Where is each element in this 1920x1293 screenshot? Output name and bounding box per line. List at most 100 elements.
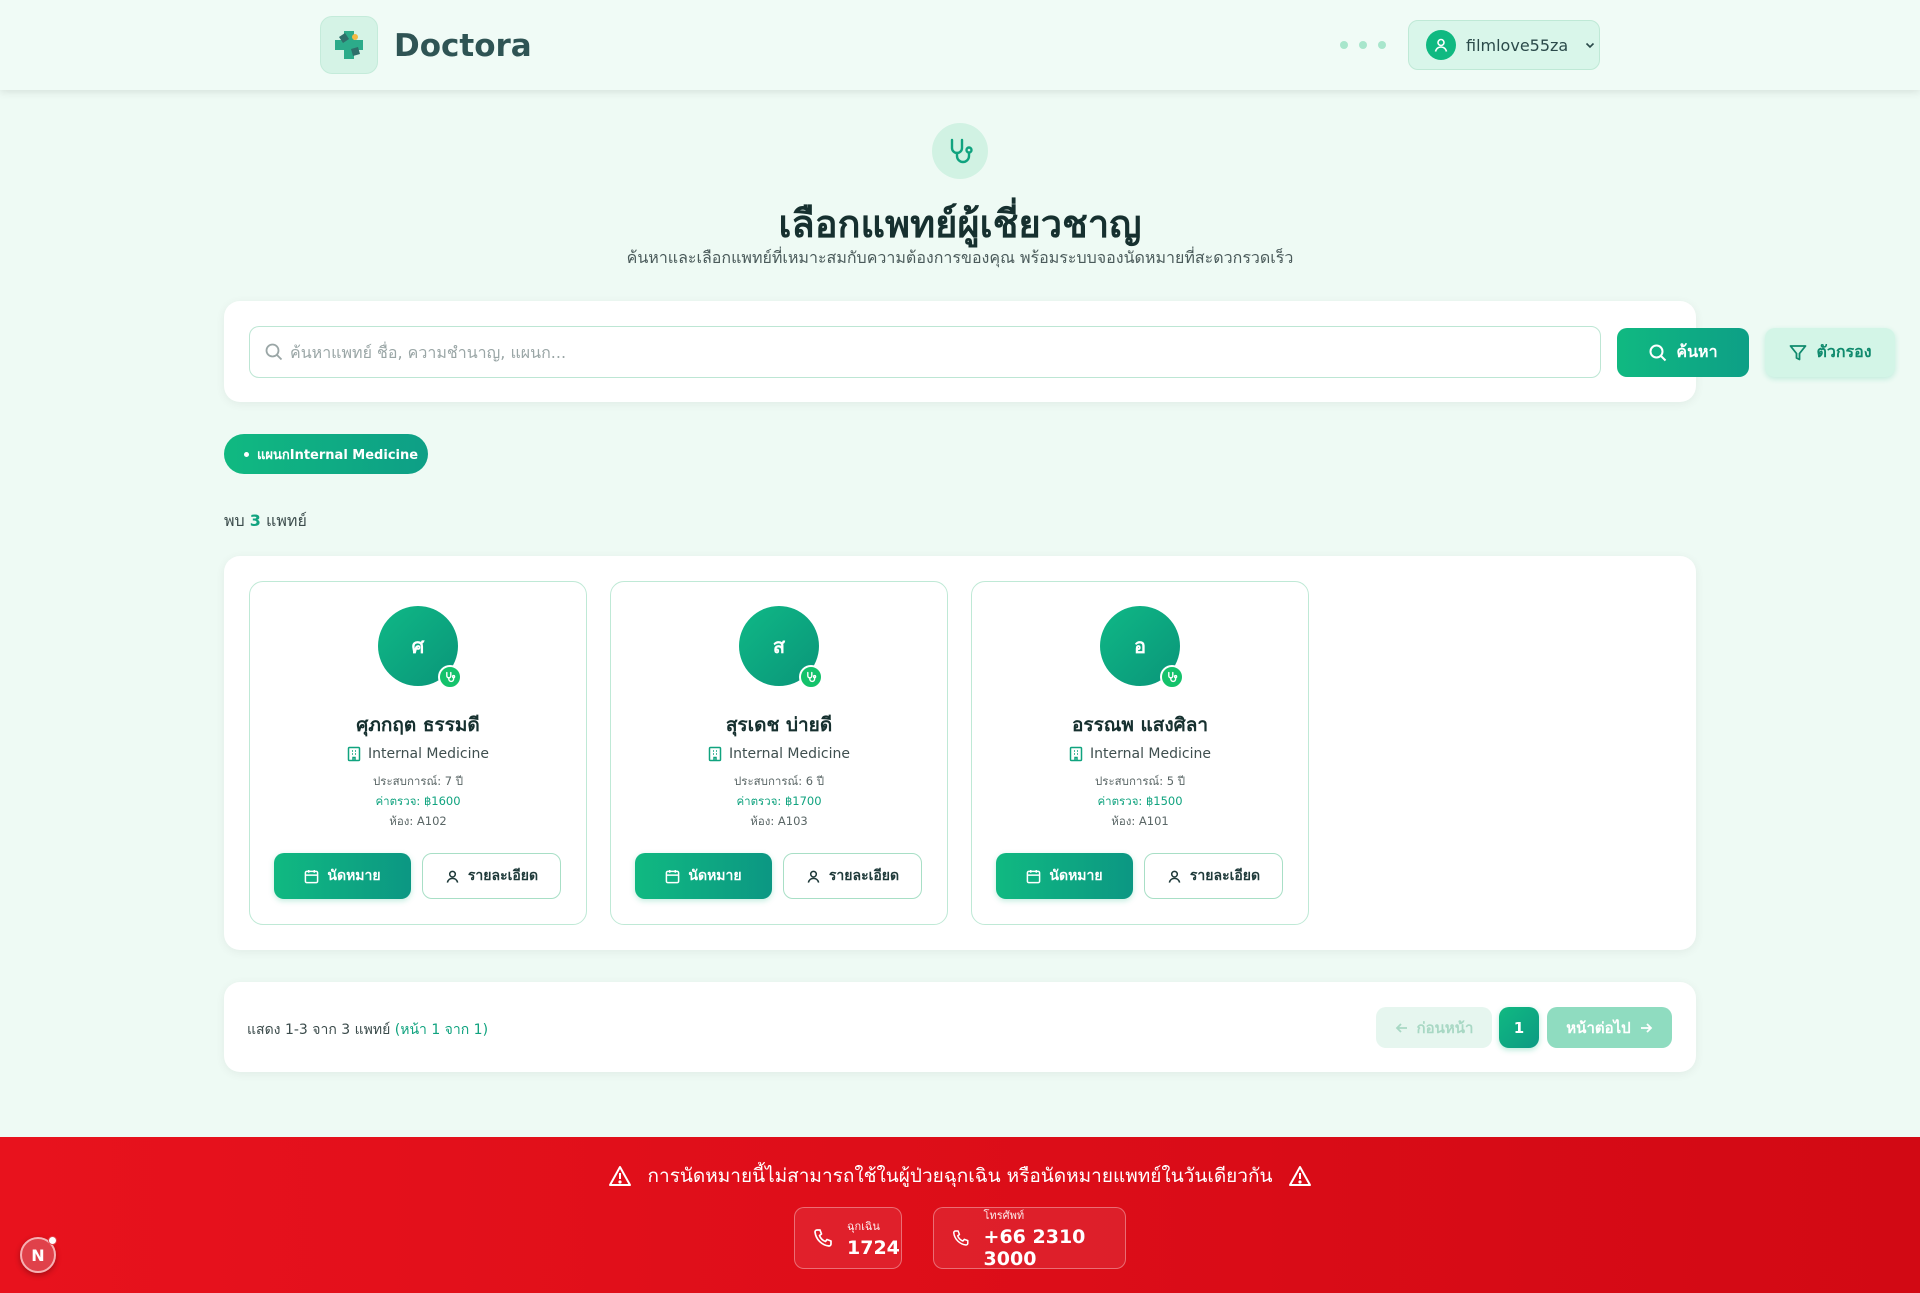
results-prefix: พบ: [224, 511, 245, 530]
doctor-room: ห้อง: A101: [1111, 814, 1169, 828]
phone-icon: [953, 1230, 969, 1246]
hero-stethoscope-badge: [932, 123, 988, 179]
phone-contact-text: โทรศัพท์ +66 2310 3000: [984, 1206, 1125, 1270]
page-number-button[interactable]: 1: [1499, 1007, 1539, 1048]
phone-label: โทรศัพท์: [983, 1209, 1025, 1222]
hospital-building-icon: [708, 746, 722, 762]
doctor-department-label: Internal Medicine: [729, 746, 850, 762]
emergency-hotline-text: ฉุกเฉิน 1724: [847, 1217, 900, 1259]
dev-tools-badge[interactable]: N: [20, 1236, 57, 1273]
emergency-hotline[interactable]: ฉุกเฉิน 1724: [794, 1207, 902, 1269]
next-page-button[interactable]: หน้าต่อไป: [1547, 1007, 1672, 1048]
pagination-page-info: (หน้า 1 จาก 1): [394, 1022, 489, 1038]
loading-dots: [1340, 41, 1386, 49]
dev-badge-letter: N: [31, 1245, 45, 1265]
book-appointment-button[interactable]: นัดหมาย: [274, 853, 411, 899]
doctor-card: อ อรรณพ แสงศิลา Internal Medicine ประสบก…: [971, 581, 1309, 925]
page-title: เลือกแพทย์ผู้เชี่ยวชาญ: [778, 202, 1142, 246]
search-panel: ค้นหา ตัวกรอง: [224, 301, 1895, 402]
search-icon: [265, 343, 283, 361]
doctor-fee: ค่าตรวจ: ฿1700: [736, 794, 822, 808]
doctor-department: Internal Medicine: [611, 746, 947, 762]
doctor-verified-badge: [1160, 665, 1184, 689]
doctor-card: ส สุรเดช บ่ายดี Internal Medicine ประสบก…: [610, 581, 948, 925]
doctor-details-button[interactable]: รายละเอียด: [422, 853, 561, 899]
arrow-left-icon: [1395, 1022, 1407, 1033]
stethoscope-icon: [446, 671, 456, 683]
user-avatar: [1426, 30, 1456, 60]
doctor-room: ห้อง: A103: [750, 814, 808, 828]
user-icon: [446, 870, 459, 883]
chevron-down-icon: [1586, 42, 1595, 49]
arrow-right-icon: [1640, 1022, 1652, 1033]
doctor-name: สุรเดช บ่ายดี: [725, 714, 833, 736]
hotline-number: 1724: [847, 1237, 900, 1259]
doctor-department-label: Internal Medicine: [368, 746, 489, 762]
filter-button-label: ตัวกรอง: [1816, 342, 1872, 361]
doctor-department-label: Internal Medicine: [1090, 746, 1211, 762]
stethoscope-icon: [807, 671, 817, 683]
dev-badge-indicator: [48, 1236, 57, 1245]
pagination-info: แสดง 1-3 จาก 3 แพทย์ (หน้า 1 จาก 1): [247, 1019, 488, 1041]
warning-triangle-icon: [608, 1166, 631, 1186]
hospital-building-icon: [347, 746, 361, 762]
calendar-icon: [1027, 869, 1041, 883]
doctor-details-button[interactable]: รายละเอียด: [783, 853, 922, 899]
search-icon: [1649, 344, 1667, 361]
doctor-list: ศ ศุภกฤต ธรรมดี Internal Medicine ประสบก…: [224, 556, 1696, 950]
doctor-fee: ค่าตรวจ: ฿1600: [375, 794, 461, 808]
doctor-name: ศุภกฤต ธรรมดี: [356, 714, 480, 736]
doctor-card: ศ ศุภกฤต ธรรมดี Internal Medicine ประสบก…: [249, 581, 587, 925]
search-button-label: ค้นหา: [1676, 342, 1718, 361]
book-appointment-button[interactable]: นัดหมาย: [635, 853, 772, 899]
hotline-label: ฉุกเฉิน: [847, 1220, 880, 1233]
phone-number: +66 2310 3000: [983, 1226, 1086, 1270]
doctor-experience: ประสบการณ์: 7 ปี: [372, 774, 464, 788]
logo[interactable]: [320, 16, 378, 74]
search-input[interactable]: [290, 327, 1590, 377]
doctor-name: อรรณพ แสงศิลา: [1071, 714, 1209, 736]
page-subtitle: ค้นหาและเลือกแพทย์ที่เหมาะสมกับความต้องก…: [626, 248, 1294, 267]
details-button-label: รายละเอียด: [467, 868, 539, 884]
book-button-label: นัดหมาย: [1049, 868, 1103, 884]
emergency-banner: การนัดหมายนี้ไม่สามารถใช้ในผู้ป่วยฉุกเฉิ…: [0, 1137, 1920, 1293]
doctor-fee: ค่าตรวจ: ฿1500: [1097, 794, 1183, 808]
dot: [1359, 41, 1367, 49]
results-suffix: แพทย์: [266, 511, 307, 530]
doctor-room: ห้อง: A102: [389, 814, 447, 828]
doctor-experience: ประสบการณ์: 6 ปี: [733, 774, 825, 788]
previous-page-label: ก่อนหน้า: [1416, 1018, 1474, 1037]
doctor-department: Internal Medicine: [972, 746, 1308, 762]
warning-triangle-icon: [1289, 1166, 1312, 1186]
filter-button[interactable]: ตัวกรอง: [1765, 328, 1895, 377]
doctor-department: Internal Medicine: [250, 746, 586, 762]
top-navbar: Doctora filmlove55za: [0, 0, 1920, 90]
search-box: [249, 326, 1601, 378]
chip-dot: [244, 451, 249, 457]
details-button-label: รายละเอียด: [1189, 868, 1261, 884]
user-menu-button[interactable]: filmlove55za: [1408, 20, 1600, 70]
active-filter-chip[interactable]: แผนกInternal Medicine: [224, 434, 428, 474]
pagination-range: แสดง 1-3 จาก 3 แพทย์: [247, 1022, 391, 1038]
medical-cross-icon: [335, 31, 363, 59]
phone-contact[interactable]: โทรศัพท์ +66 2310 3000: [933, 1206, 1126, 1270]
search-button[interactable]: ค้นหา: [1617, 328, 1749, 377]
brand-name: Doctora: [394, 28, 532, 64]
user-icon: [1434, 38, 1448, 52]
previous-page-button[interactable]: ก่อนหน้า: [1376, 1007, 1492, 1048]
book-appointment-button[interactable]: นัดหมาย: [996, 853, 1133, 899]
hospital-building-icon: [1069, 746, 1083, 762]
book-button-label: นัดหมาย: [327, 868, 381, 884]
details-button-label: รายละเอียด: [828, 868, 900, 884]
results-count: พบ 3 แพทย์: [224, 509, 307, 534]
results-number: 3: [249, 511, 261, 530]
doctor-details-button[interactable]: รายละเอียด: [1144, 853, 1283, 899]
doctor-experience: ประสบการณ์: 5 ปี: [1094, 774, 1186, 788]
doctor-verified-badge: [799, 665, 823, 689]
book-button-label: นัดหมาย: [688, 868, 742, 884]
pagination-bar: แสดง 1-3 จาก 3 แพทย์ (หน้า 1 จาก 1) ก่อน…: [224, 982, 1696, 1072]
phone-icon: [814, 1229, 832, 1247]
filter-icon: [1790, 344, 1807, 360]
calendar-icon: [305, 869, 319, 883]
stethoscope-icon: [1168, 671, 1178, 683]
